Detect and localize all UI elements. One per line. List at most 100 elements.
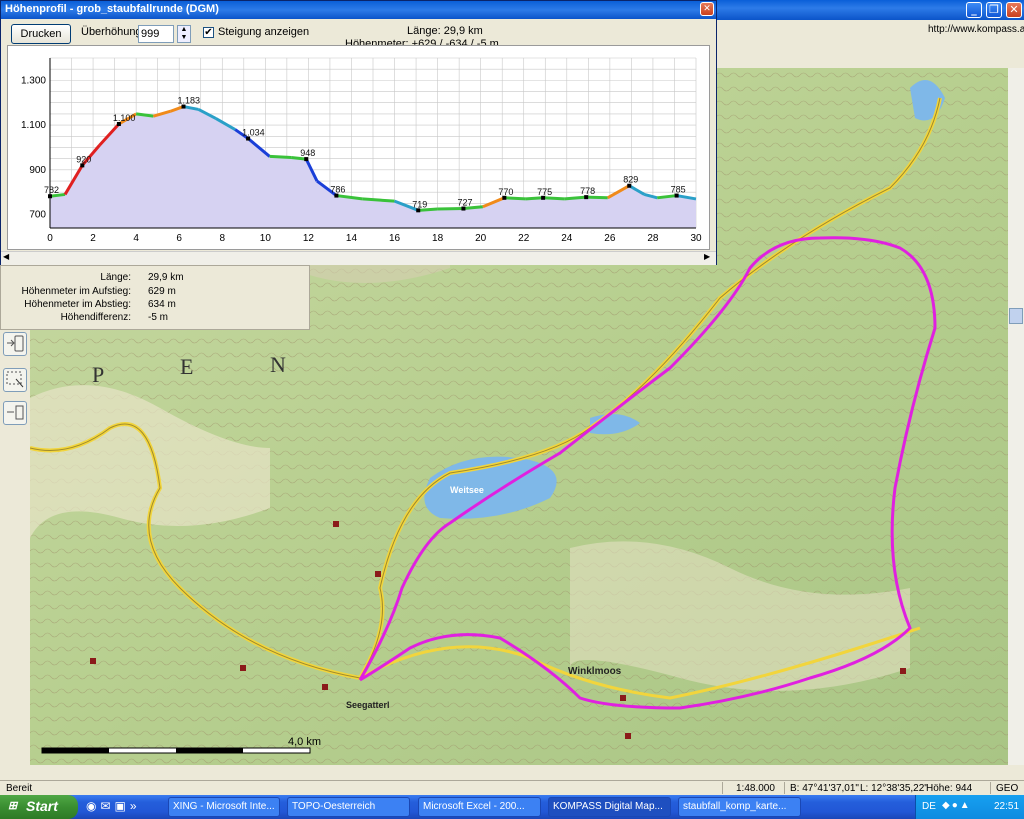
- export-icon: [7, 405, 24, 420]
- map-label-weitsee: Weitsee: [450, 485, 484, 495]
- exaggeration-spinner[interactable]: ▲ ▼: [177, 25, 191, 43]
- status-height: Höhe: 944: [926, 783, 973, 794]
- map-label-seegatterl: Seegatterl: [346, 700, 390, 710]
- status-mode: GEO: [996, 783, 1019, 794]
- minimize-button[interactable]: _: [966, 2, 982, 18]
- elevation-chart-svg: 0 2 4 6 8 10 12 14 16 18 20 22 24 26 28 307009001.1001.…: [21, 57, 702, 244]
- quick-launch-ie-icon[interactable]: ◉: [86, 799, 100, 813]
- profile-segment: [504, 196, 526, 201]
- map-label-e: E: [180, 354, 193, 379]
- profile-segment: [564, 195, 587, 201]
- status-scale: 1:48.000: [736, 783, 775, 794]
- export-button[interactable]: [3, 401, 27, 425]
- x-tick-label: 16: [389, 233, 401, 244]
- status-latitude: B: 47°41'37,01": [790, 783, 859, 794]
- clock: 22:51: [994, 801, 1020, 812]
- quick-launch-desktop-icon[interactable]: ▣: [115, 799, 130, 813]
- task-topo[interactable]: TOPO-Oesterreich: [287, 797, 410, 817]
- start-button[interactable]: ⊞ Start: [0, 795, 78, 819]
- status-bar: Bereit 1:48.000 B: 47°41'37,01" L: 12°38…: [0, 780, 1024, 796]
- stats-row-descent: Höhenmeter im Abstieg: 634 m: [24, 299, 176, 310]
- annotation-label: 719: [412, 199, 427, 209]
- profile-horizontal-scrollbar[interactable]: ◀ ▶: [1, 251, 716, 265]
- windows-logo-icon: ⊞: [8, 800, 18, 812]
- map-label-p: P: [92, 362, 104, 387]
- x-tick-label: 6: [176, 233, 182, 244]
- exaggeration-input[interactable]: 999: [138, 25, 174, 43]
- spinner-down-icon[interactable]: ▼: [178, 34, 190, 42]
- stats-row-ascent: Höhenmeter im Aufstieg: 629 m: [21, 286, 176, 297]
- quick-launch-outlook-icon[interactable]: ✉: [100, 799, 114, 813]
- language-indicator[interactable]: DE: [922, 801, 936, 812]
- x-tick-label: 24: [561, 233, 573, 244]
- profile-window-titlebar: Höhenprofil - grob_staubfallrunde (DGM) …: [1, 1, 716, 19]
- annotation-label: 778: [580, 186, 595, 196]
- profile-stats-panel: Länge: 29,9 km Höhenmeter im Aufstieg: 629…: [0, 265, 310, 330]
- device-transfer-icon: [7, 335, 24, 352]
- annotation-label: 1.100: [113, 113, 136, 123]
- y-tick-label: 700: [29, 210, 46, 221]
- profile-segment: [269, 154, 292, 160]
- profile-segment: [586, 195, 608, 200]
- quick-launch-more-icon[interactable]: »: [130, 799, 141, 813]
- task-staubfall[interactable]: staubfall_komp_karte...: [678, 797, 801, 817]
- x-tick-label: 10: [260, 233, 272, 244]
- annotation-label: 829: [623, 175, 638, 185]
- x-tick-label: 12: [303, 233, 315, 244]
- x-tick-label: 30: [690, 233, 702, 244]
- task-xing[interactable]: XING - Microsoft Inte...: [168, 797, 280, 817]
- map-label-winklmoos: Winklmoos: [568, 666, 622, 677]
- annotation-label: 782: [44, 185, 59, 195]
- annotation-label: 727: [457, 198, 472, 208]
- stats-row-length: Länge: 29,9 km: [100, 272, 184, 283]
- maximize-button[interactable]: ❐: [986, 2, 1002, 18]
- status-ready: Bereit: [6, 783, 33, 794]
- annotation-label: 786: [330, 185, 345, 195]
- x-tick-label: 18: [432, 233, 444, 244]
- scroll-right-icon[interactable]: ▶: [704, 252, 710, 261]
- y-tick-label: 900: [29, 165, 46, 176]
- quick-launch: ◉✉▣»: [86, 799, 141, 813]
- x-tick-label: 20: [475, 233, 487, 244]
- annotation-label: 948: [300, 148, 315, 158]
- profile-segment: [543, 196, 565, 201]
- print-button[interactable]: Drucken: [11, 24, 71, 44]
- x-tick-label: 2: [90, 233, 96, 244]
- spinner-up-icon[interactable]: ▲: [178, 26, 190, 34]
- x-tick-label: 14: [346, 233, 358, 244]
- close-button[interactable]: ✕: [1006, 2, 1022, 18]
- website-url[interactable]: http://www.kompass.at: [928, 24, 1024, 35]
- map-vertical-scrollbar[interactable]: [1008, 68, 1024, 765]
- x-tick-label: 4: [133, 233, 139, 244]
- profile-window-title: Höhenprofil - grob_staubfallrunde (DGM): [5, 3, 219, 15]
- x-tick-label: 8: [219, 233, 225, 244]
- profile-close-button[interactable]: ✕: [700, 2, 714, 16]
- select-area-icon: [6, 371, 24, 388]
- y-tick-label: 1.100: [21, 120, 46, 131]
- device-transfer-button[interactable]: [3, 332, 27, 356]
- x-tick-label: 26: [604, 233, 616, 244]
- profile-length: Länge: 29,9 km: [407, 25, 483, 37]
- exaggeration-label: Überhöhung: [81, 26, 142, 38]
- task-excel[interactable]: Microsoft Excel - 200...: [418, 797, 541, 817]
- elevation-profile-window: Höhenprofil - grob_staubfallrunde (DGM) …: [0, 0, 717, 265]
- slope-checkbox-label: Steigung anzeigen: [218, 26, 310, 38]
- tray-icons[interactable]: ◆●▲: [942, 800, 972, 811]
- task-kompass[interactable]: KOMPASS Digital Map...: [548, 797, 671, 817]
- scrollbar-thumb[interactable]: [1009, 308, 1023, 324]
- annotation-label: 920: [76, 154, 91, 164]
- elevation-chart: 0 2 4 6 8 10 12 14 16 18 20 22 24 26 28 30 700 900 1.100 1.…: [7, 45, 710, 250]
- system-tray: DE ◆●▲ 22:51: [915, 795, 1024, 819]
- scroll-left-icon[interactable]: ◀: [3, 252, 9, 261]
- annotation-label: 785: [671, 185, 686, 195]
- x-tick-label: 22: [518, 233, 530, 244]
- select-area-button[interactable]: [3, 368, 27, 392]
- x-tick-label: 28: [647, 233, 659, 244]
- annotation-label: 775: [537, 187, 552, 197]
- map-label-n: N: [270, 352, 286, 377]
- stats-row-difference: Höhendifferenz: -5 m: [60, 312, 168, 323]
- slope-checkbox[interactable]: ✔: [203, 27, 214, 38]
- annotation-label: 770: [498, 187, 513, 197]
- status-longitude: L: 12°38'35,22": [860, 783, 928, 794]
- y-tick-label: 1.300: [21, 75, 46, 86]
